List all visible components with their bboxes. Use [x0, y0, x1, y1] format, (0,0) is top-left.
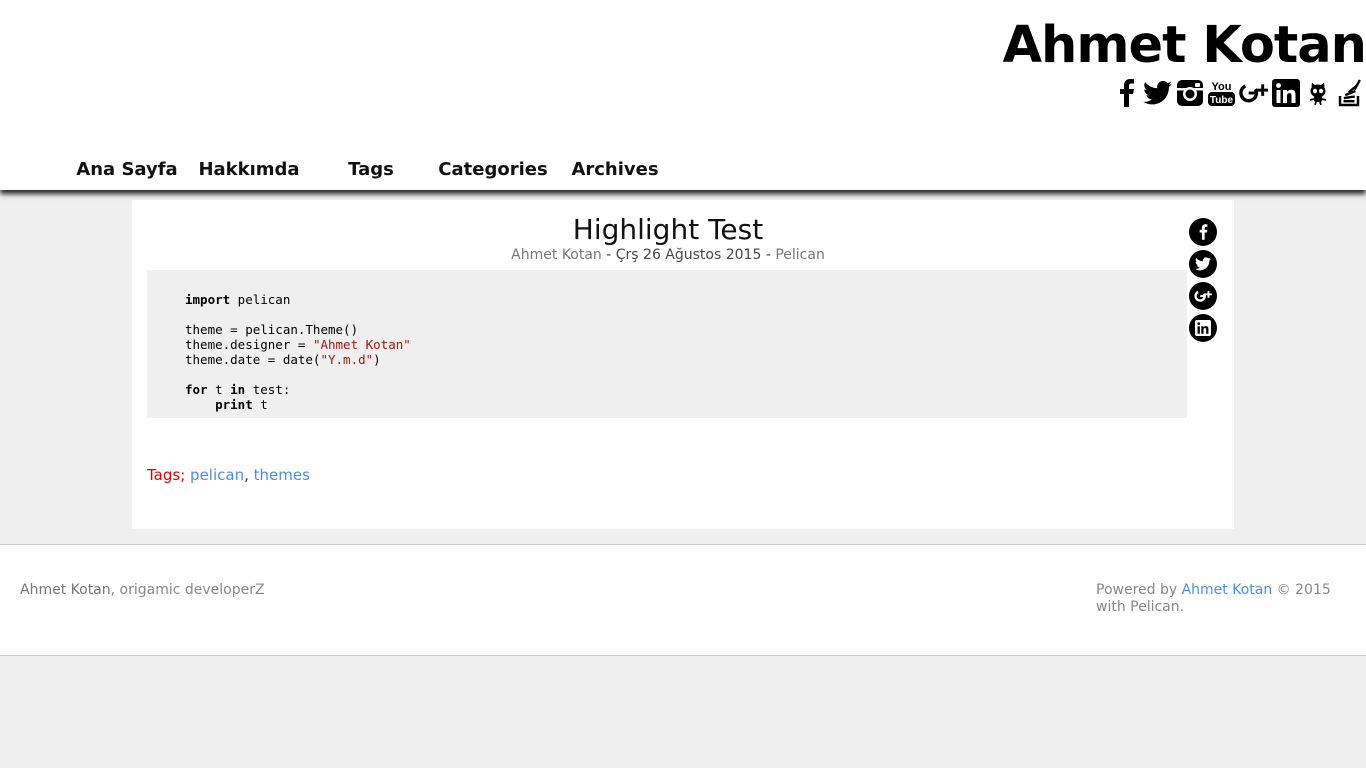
code-keyword: import [185, 292, 231, 307]
site-title[interactable]: Ahmet Kotan [1003, 16, 1366, 76]
facebook-icon[interactable] [1111, 78, 1140, 107]
meta-separator: - [761, 247, 776, 263]
share-google-plus-icon[interactable] [1189, 282, 1217, 310]
post-tags: Tags; pelican, themes [147, 465, 310, 485]
site-footer: Ahmet Kotan, origamic developerZ Powered… [0, 544, 1366, 656]
post-author-link[interactable]: Ahmet Kotan [511, 247, 602, 263]
share-linkedin-icon[interactable] [1189, 314, 1217, 342]
linkedin-icon[interactable] [1271, 78, 1300, 107]
google-plus-icon[interactable] [1239, 78, 1268, 107]
meta-separator: - [601, 247, 616, 263]
code-text: pelican [230, 292, 291, 307]
post-meta: Ahmet Kotan - Çrş 26 Ağustos 2015 - Peli… [132, 246, 1204, 264]
powered-prefix: Powered by [1096, 582, 1182, 598]
svg-text:You: You [1212, 81, 1232, 93]
code-text: theme.date = date( [185, 352, 321, 367]
code-text: theme.designer = [185, 337, 313, 352]
code-string: "Y.m.d" [320, 352, 374, 367]
article: Highlight Test Ahmet Kotan - Çrş 26 Ağus… [132, 200, 1234, 529]
share-facebook-icon[interactable] [1189, 218, 1217, 246]
stackoverflow-icon[interactable] [1335, 78, 1364, 107]
code-string: "Ahmet Kotan" [312, 337, 411, 352]
nav-item-tags[interactable]: Tags [310, 158, 432, 182]
code-block: import pelican theme = pelican.Theme() t… [147, 270, 1187, 418]
footer-credit: Ahmet Kotan, origamic developerZ [20, 582, 265, 598]
github-icon[interactable] [1303, 78, 1332, 107]
instagram-icon[interactable] [1175, 78, 1204, 107]
code-text: t [252, 397, 268, 412]
code-text: ) [373, 352, 381, 367]
post-category-link[interactable]: Pelican [775, 247, 825, 263]
nav-item-archives[interactable]: Archives [554, 158, 676, 182]
nav-item-hakkimda[interactable]: Hakkımda [188, 158, 310, 182]
youtube-icon[interactable]: You Tube [1207, 78, 1236, 107]
code-text: test: [245, 382, 291, 397]
post-title[interactable]: Highlight Test [132, 212, 1204, 248]
tag-separator: , [244, 466, 249, 484]
tag-link-pelican[interactable]: pelican [190, 466, 244, 484]
svg-text:Tube: Tube [1210, 95, 1234, 106]
code-keyword: print [215, 397, 253, 412]
powered-author-link[interactable]: Ahmet Kotan [1182, 582, 1273, 598]
twitter-icon[interactable] [1143, 78, 1172, 107]
footer-author-link[interactable]: Ahmet Kotan [20, 582, 111, 598]
main-nav: Ana Sayfa Hakkımda Tags Categories Archi… [66, 158, 676, 182]
post-date: Çrş 26 Ağustos 2015 [615, 247, 762, 263]
code-keyword: in [230, 382, 246, 397]
tag-link-themes[interactable]: themes [254, 466, 310, 484]
social-links: You Tube [1111, 78, 1364, 107]
code-keyword: for [185, 382, 208, 397]
tags-label: Tags; [147, 466, 186, 484]
nav-item-ana-sayfa[interactable]: Ana Sayfa [66, 158, 188, 182]
code-text: t [207, 382, 231, 397]
share-buttons [1189, 218, 1217, 342]
footer-powered-by: Powered by Ahmet Kotan © 2015 with Pelic… [1096, 582, 1356, 616]
site-header: Ahmet Kotan You Tube Ana Sayfa Hakkımda … [0, 0, 1366, 190]
share-twitter-icon[interactable] [1189, 250, 1217, 278]
footer-tagline: , origamic developerZ [110, 582, 265, 598]
nav-item-categories[interactable]: Categories [432, 158, 554, 182]
code-text: theme = pelican.Theme() [185, 322, 359, 337]
